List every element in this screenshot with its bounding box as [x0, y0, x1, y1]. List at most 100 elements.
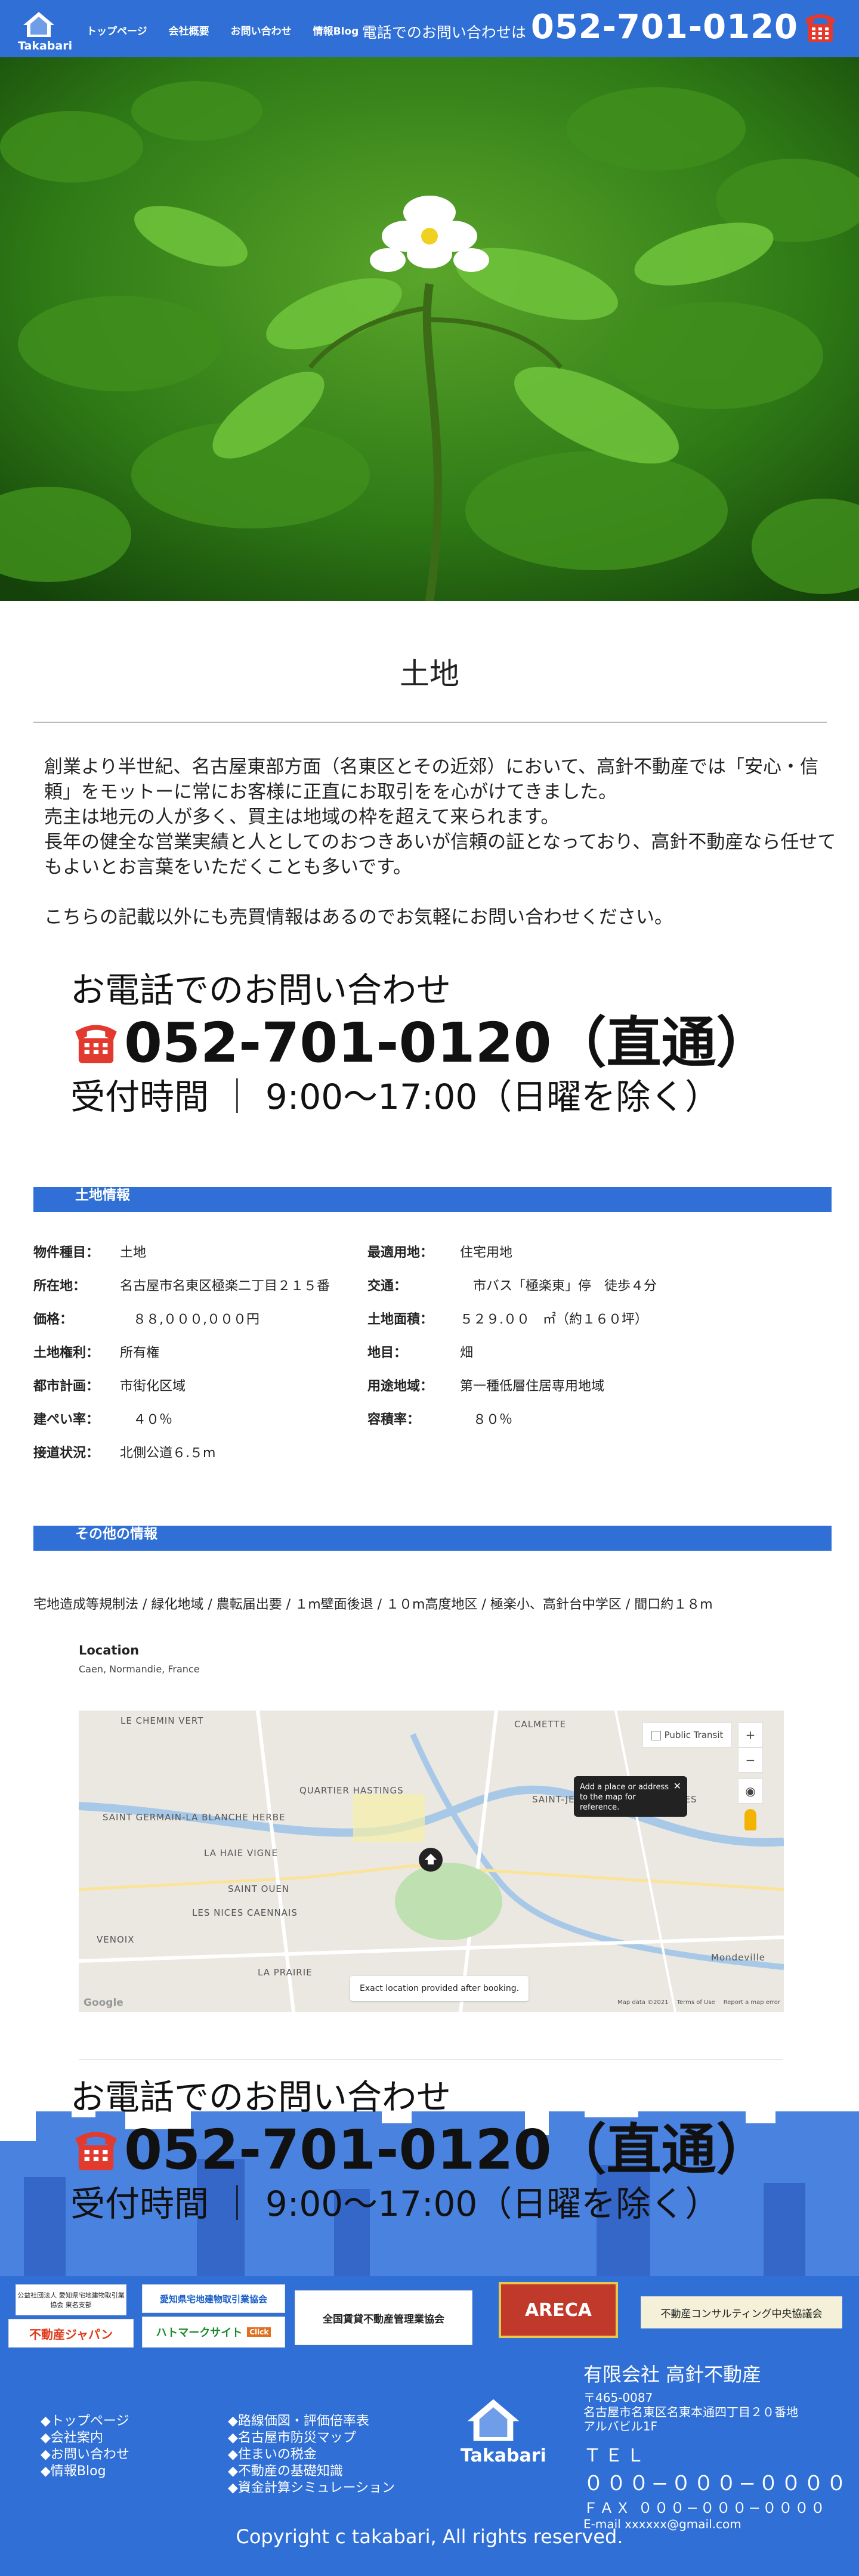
- info-row: 建ぺい率： ４０％ 容積率： ８０％: [33, 1402, 832, 1435]
- banner-aichi-association[interactable]: 愛知県宅地建物取引業協会: [142, 2284, 285, 2313]
- banner-aichi-takken[interactable]: 公益社団法人 愛知県宅地建物取引業協会 東名支部: [16, 2284, 126, 2315]
- house-logo-icon: [467, 2399, 520, 2441]
- info-key: 都市計画：: [33, 1379, 100, 1394]
- info-key: 交通：: [367, 1279, 407, 1294]
- info-value: 住宅用地: [460, 1245, 513, 1260]
- footer-link-company[interactable]: ◆会社案内: [41, 2430, 129, 2447]
- banner-hatomark-site[interactable]: ハトマークサイト Click: [142, 2317, 285, 2348]
- footer-links-resources: ◆路線価図・評価倍率表 ◆名古屋市防災マップ ◆住まいの税金 ◆不動産の基礎知識…: [228, 2413, 395, 2497]
- nav-top[interactable]: トップページ: [86, 23, 147, 38]
- map-label: LE CHEMIN VERT: [120, 1715, 204, 1726]
- copyright: Copyright c takabari, All rights reserve…: [236, 2525, 623, 2548]
- intro-paragraph: こちらの記載以外にも売買情報はあるのでお気軽にお問い合わせください。: [44, 907, 673, 928]
- land-info-title: 土地情報: [75, 1188, 130, 1203]
- my-location-button[interactable]: ◉: [738, 1779, 763, 1804]
- location-title: Location: [79, 1643, 140, 1657]
- other-info-title: その他の情報: [75, 1526, 157, 1542]
- footer-link-blog[interactable]: ◆情報Blog: [41, 2463, 129, 2480]
- info-value: ８０％: [460, 1412, 513, 1427]
- map-background: [79, 1711, 784, 2012]
- close-icon[interactable]: ✕: [673, 1781, 681, 1791]
- info-value: ５２９.００ ㎡（約１６０坪）: [460, 1312, 648, 1327]
- nav-contact[interactable]: お問い合わせ: [231, 23, 292, 38]
- info-key: 地目：: [367, 1346, 407, 1360]
- company-address: 名古屋市名東区名東本通四丁目２０番地: [583, 2405, 798, 2419]
- public-transit-toggle[interactable]: Public Transit: [642, 1723, 732, 1748]
- intro-paragraph: [44, 880, 838, 905]
- zoom-in-button[interactable]: +: [738, 1723, 763, 1748]
- footer-link-basics[interactable]: ◆不動産の基礎知識: [228, 2463, 395, 2480]
- footer-logo[interactable]: Takabari: [461, 2395, 546, 2466]
- info-key: 土地権利：: [33, 1346, 100, 1360]
- land-info-table: 物件種目： 土地 最適用地： 住宅用地 所在地： 名古屋市名東区極楽二丁目２１５番 交…: [33, 1235, 832, 1468]
- intro-paragraph: 売主は地元の人が多く、買主は地域の枠を超えて来られます。: [44, 806, 560, 828]
- footer-link-route-price[interactable]: ◆路線価図・評価倍率表: [228, 2413, 395, 2430]
- map-report-link[interactable]: Report a map error: [724, 1999, 780, 2006]
- house-logo-icon: [23, 12, 54, 37]
- other-info-bar: その他の情報: [33, 1526, 832, 1551]
- footer-link-simulation[interactable]: ◆資金計算シミュレーション: [228, 2480, 395, 2497]
- company-tel[interactable]: ０００−０００−００００: [583, 2467, 852, 2496]
- nav-company[interactable]: 会社概要: [169, 23, 209, 38]
- location-map[interactable]: LE CHEMIN VERT CALMETTE SAINT-JEAN-EUDES…: [79, 1711, 784, 2012]
- telephone-icon: [805, 14, 835, 42]
- info-value: 土地: [120, 1245, 147, 1260]
- info-key: 容積率：: [367, 1412, 421, 1427]
- map-tooltip: Add a place or address to the map for re…: [574, 1776, 687, 1817]
- company-info: 有限会社 高針不動産 〒465-0087 名古屋市名東区名東本通四丁目２０番地 …: [583, 2359, 852, 2531]
- intro-paragraph: 長年の健全な営業実績と人としてのおつきあいが信頼の証となっており、高針不動産なら…: [44, 831, 836, 878]
- phone-contact-number[interactable]: 052-701-0120（直通）: [124, 2118, 771, 2182]
- info-value: 北側公道６.５m: [120, 1446, 216, 1461]
- info-key: 建ぺい率：: [33, 1412, 100, 1427]
- site-logo[interactable]: Takabari: [18, 10, 72, 52]
- info-value: 第一種低層住居専用地域: [460, 1379, 605, 1394]
- banner-fudosan-japan[interactable]: 不動産ジャパン: [8, 2319, 134, 2348]
- map-label: LA PRAIRIE: [258, 1967, 313, 1978]
- header-phone-number[interactable]: 052-701-0120: [531, 8, 798, 47]
- info-key: 最適用地：: [367, 1245, 434, 1260]
- info-value: 畑: [460, 1346, 474, 1360]
- header-phone[interactable]: 電話でのお問い合わせは 052-701-0120: [362, 8, 839, 47]
- footer-link-tax[interactable]: ◆住まいの税金: [228, 2447, 395, 2463]
- nav-blog[interactable]: 情報Blog: [313, 23, 359, 38]
- phone-contact-number[interactable]: 052-701-0120（直通）: [124, 1011, 771, 1075]
- info-value: 所有権: [120, 1346, 160, 1360]
- company-tel-label: ＴＥＬ: [583, 2445, 648, 2466]
- map-label: Mondeville: [711, 1952, 765, 1963]
- header-phone-label: 電話でのお問い合わせは: [361, 24, 526, 41]
- footer-link-top[interactable]: ◆トップページ: [41, 2413, 129, 2430]
- phone-contact-number-row[interactable]: 052-701-0120（直通）: [70, 2118, 846, 2182]
- location-card: Location Caen, Normandie, France: [79, 1643, 783, 1675]
- info-key: 物件種目：: [33, 1245, 100, 1260]
- company-address-building: アルバビル1F: [583, 2419, 658, 2433]
- phone-contact-block-bottom: お電話でのお問い合わせ 052-701-0120（直通） 受付時間 ｜ 9:00…: [70, 2076, 846, 2225]
- banner-areca[interactable]: ARECA: [499, 2282, 618, 2338]
- banner-zenchin-association[interactable]: 全国賃貸不動産管理業協会: [295, 2290, 472, 2345]
- public-transit-checkbox[interactable]: [651, 1730, 661, 1740]
- footer-link-disaster-map[interactable]: ◆名古屋市防災マップ: [228, 2430, 395, 2447]
- phone-contact-heading: お電話でのお問い合わせ: [70, 970, 452, 1010]
- map-terms-link[interactable]: Terms of Use: [677, 1999, 715, 2006]
- footer-logo-text: Takabari: [461, 2445, 546, 2466]
- banner-hatomark-label: ハトマークサイト: [156, 2327, 243, 2339]
- info-key: 接道状況：: [33, 1446, 100, 1461]
- site-header: Takabari トップページ 会社概要 お問い合わせ 情報Blog 電話でのお…: [0, 0, 859, 57]
- footer-link-contact[interactable]: ◆お問い合わせ: [41, 2447, 129, 2463]
- map-label: VENOIX: [97, 1934, 135, 1945]
- map-label: LA HAIE VIGNE: [204, 1848, 278, 1858]
- map-tooltip-text: Add a place or address to the map for re…: [580, 1783, 669, 1812]
- phone-contact-number-row[interactable]: 052-701-0120（直通）: [70, 1011, 846, 1075]
- pegman-icon[interactable]: [744, 1809, 756, 1830]
- info-value: 市街化区域: [120, 1379, 186, 1394]
- location-subtitle: Caen, Normandie, France: [79, 1663, 200, 1675]
- map-footer: Map data ©2021 Terms of Use Report a map…: [617, 1999, 780, 2006]
- company-name: 有限会社 高針不動産: [583, 2363, 762, 2386]
- banner-consulting-council[interactable]: 不動産コンサルティング中央協議会: [641, 2296, 842, 2328]
- map-label: CALMETTE: [514, 1719, 567, 1730]
- info-value: 市バス「極楽東」停 徒歩４分: [460, 1279, 657, 1294]
- company-fax: ＦＡＸ ０００−０００−００００: [583, 2500, 827, 2516]
- map-label: QUARTIER HASTINGS: [299, 1785, 404, 1796]
- intro-paragraph: 創業より半世紀、名古屋東部方面（名東区とその近郊）において、高針不動産では「安心…: [44, 756, 818, 803]
- map-label: SAINT OUEN: [228, 1884, 290, 1894]
- zoom-out-button[interactable]: −: [738, 1748, 763, 1773]
